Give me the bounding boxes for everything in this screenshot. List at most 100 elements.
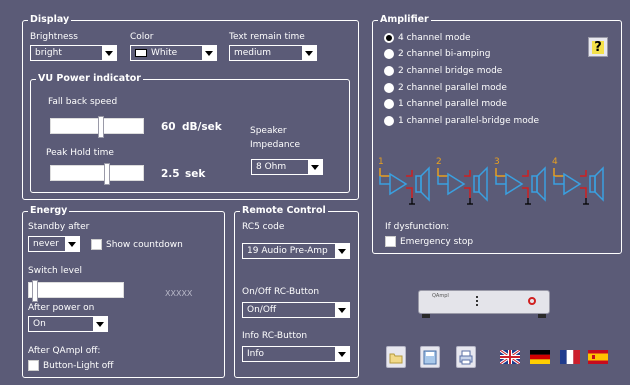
- onoff-value: On/Off: [247, 305, 277, 315]
- color-value: White: [151, 48, 178, 58]
- mode-label: 2 channel bi-amping: [398, 49, 491, 59]
- chevron-down-icon[interactable]: [302, 46, 316, 60]
- channel-1-diagram: 1: [378, 157, 430, 205]
- fall-back-slider[interactable]: [50, 116, 144, 138]
- mode-label: 4 channel mode: [398, 33, 471, 43]
- mode-option[interactable]: 4 channel mode: [384, 32, 471, 44]
- channel-number: 1: [378, 157, 384, 167]
- flag-france-icon[interactable]: [560, 350, 580, 364]
- info-label: Info RC-Button: [242, 331, 308, 341]
- mode-option[interactable]: 2 channel bi-amping: [384, 48, 490, 60]
- chevron-down-icon[interactable]: [335, 347, 349, 361]
- print-button[interactable]: [456, 346, 476, 368]
- help-button[interactable]: ?: [588, 37, 608, 57]
- switch-level-thumb[interactable]: [32, 280, 38, 302]
- standby-value: never: [33, 239, 59, 249]
- switch-level-label: Switch level: [28, 266, 83, 276]
- after-power-on-label: After power on: [28, 303, 95, 313]
- speaker-label: Speaker: [250, 126, 287, 136]
- switch-level-slider[interactable]: [28, 280, 124, 302]
- chevron-down-icon[interactable]: [93, 317, 107, 331]
- radio-icon[interactable]: [384, 83, 394, 93]
- radio-icon[interactable]: [384, 49, 394, 59]
- peak-hold-slider[interactable]: [50, 163, 144, 185]
- peak-hold-label: Peak Hold time: [46, 148, 114, 158]
- checkbox-icon[interactable]: [91, 239, 102, 250]
- emergency-stop-checkbox[interactable]: Emergency stop: [385, 236, 473, 247]
- impedance-label: Impedance: [250, 140, 301, 150]
- open-button[interactable]: [386, 346, 406, 368]
- flag-germany-icon[interactable]: [530, 350, 550, 364]
- channel-3-diagram: 3: [494, 157, 546, 205]
- impedance-value: 8 Ohm: [256, 162, 287, 172]
- chevron-down-icon[interactable]: [308, 160, 322, 174]
- mode-option[interactable]: 2 channel parallel mode: [384, 82, 507, 94]
- radio-icon[interactable]: [384, 33, 394, 43]
- device-badge: QAmpI: [432, 293, 449, 299]
- standby-select[interactable]: never: [28, 236, 80, 252]
- chevron-down-icon[interactable]: [335, 244, 349, 258]
- flag-uk-icon[interactable]: [500, 350, 520, 364]
- if-dysfunction-label: If dysfunction:: [385, 222, 450, 232]
- printer-icon: [459, 350, 473, 365]
- channel-number: 2: [436, 157, 442, 167]
- chevron-down-icon[interactable]: [335, 303, 349, 317]
- after-qampi-off-label: After QAmpI off:: [28, 346, 101, 356]
- info-select[interactable]: Info: [242, 346, 350, 362]
- checkbox-icon[interactable]: [28, 360, 39, 371]
- power-icon: [528, 297, 536, 305]
- show-countdown-checkbox[interactable]: Show countdown: [91, 239, 183, 250]
- text-remain-label: Text remain time: [229, 32, 305, 42]
- after-power-on-value: On: [33, 319, 46, 329]
- info-value: Info: [247, 349, 265, 359]
- peak-hold-unit: sek: [185, 168, 206, 180]
- color-select[interactable]: White: [130, 45, 217, 61]
- color-label: Color: [130, 32, 154, 42]
- impedance-select[interactable]: 8 Ohm: [251, 159, 323, 175]
- fall-back-unit: dB/sek: [182, 121, 222, 133]
- channel-number: 3: [494, 157, 500, 167]
- radio-icon[interactable]: [384, 66, 394, 76]
- channel-2-diagram: 2: [436, 157, 488, 205]
- fall-back-value: 60: [161, 121, 176, 133]
- flag-spain-icon[interactable]: [588, 350, 608, 364]
- after-power-on-select[interactable]: On: [28, 316, 108, 332]
- button-light-off-checkbox[interactable]: Button-Light off: [28, 360, 113, 371]
- display-legend: Display: [28, 14, 72, 26]
- vu-legend: VU Power indicator: [36, 73, 143, 85]
- help-icon: ?: [592, 39, 604, 55]
- mode-option[interactable]: 1 channel parallel mode: [384, 98, 507, 110]
- chevron-down-icon[interactable]: [102, 46, 116, 60]
- mode-label: 2 channel bridge mode: [398, 66, 503, 76]
- amplifier-diagram: 1 2 3 4: [378, 157, 604, 205]
- button-light-off-label: Button-Light off: [43, 360, 114, 371]
- mode-label: 1 channel parallel mode: [398, 99, 507, 109]
- mode-option[interactable]: 2 channel bridge mode: [384, 65, 502, 77]
- channel-4-diagram: 4: [552, 157, 604, 205]
- chevron-down-icon[interactable]: [65, 237, 79, 251]
- radio-icon[interactable]: [384, 116, 394, 126]
- amplifier-legend: Amplifier: [378, 14, 431, 26]
- radio-icon[interactable]: [384, 99, 394, 109]
- save-button[interactable]: [420, 346, 440, 368]
- brightness-select[interactable]: bright: [30, 45, 117, 61]
- device-image: QAmpI: [418, 284, 550, 320]
- mode-label: 1 channel parallel-bridge mode: [398, 116, 540, 126]
- text-remain-select[interactable]: medium: [229, 45, 317, 61]
- chevron-down-icon[interactable]: [202, 46, 216, 60]
- text-remain-value: medium: [234, 48, 271, 58]
- folder-icon: [389, 353, 403, 364]
- emergency-stop-label: Emergency stop: [400, 236, 474, 247]
- brightness-value: bright: [35, 48, 62, 58]
- color-swatch: [135, 49, 147, 57]
- mode-option[interactable]: 1 channel parallel-bridge mode: [384, 115, 539, 127]
- save-icon: [423, 350, 437, 365]
- checkbox-icon[interactable]: [385, 236, 396, 247]
- fall-back-label: Fall back speed: [48, 97, 118, 107]
- rc5-select[interactable]: 19 Audio Pre-Amp: [242, 243, 350, 259]
- peak-hold-thumb[interactable]: [104, 163, 110, 185]
- onoff-select[interactable]: On/Off: [242, 302, 350, 318]
- mode-label: 2 channel parallel mode: [398, 83, 507, 93]
- onoff-label: On/Off RC-Button: [242, 287, 320, 297]
- fall-back-thumb[interactable]: [98, 116, 104, 138]
